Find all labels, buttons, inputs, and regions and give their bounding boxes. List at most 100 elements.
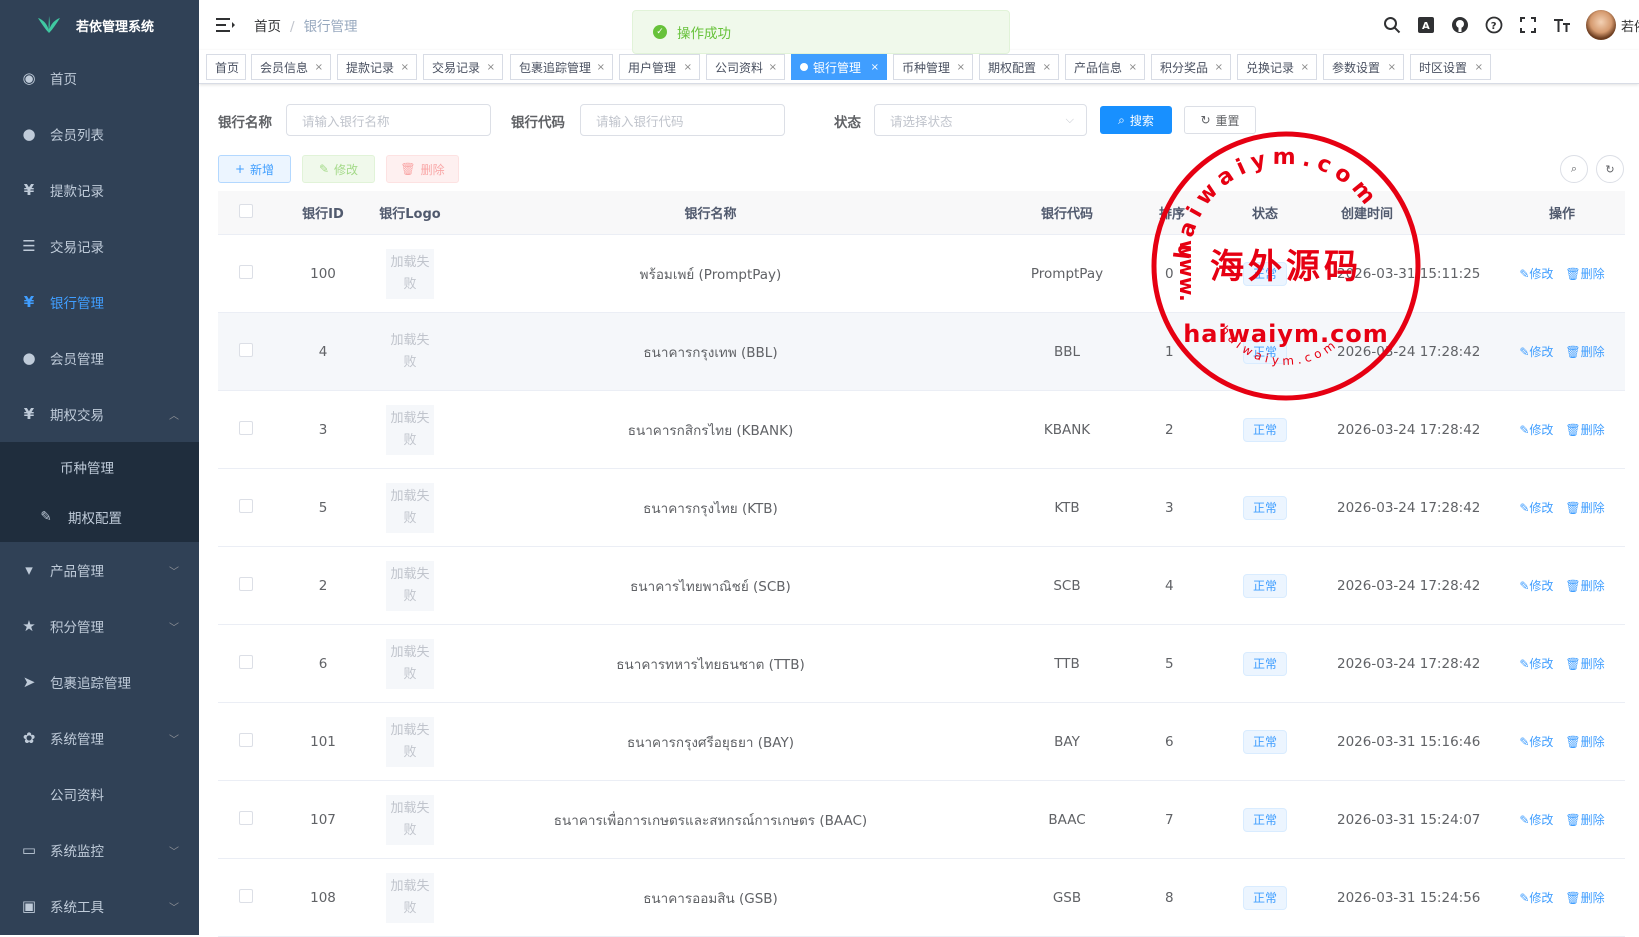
row-select-cell[interactable] bbox=[218, 342, 274, 361]
bank-name-input[interactable]: 请输入银行名称 bbox=[286, 104, 491, 136]
table-row[interactable]: 107 加载失败 ธนาคารเพื่อการเกษตรและสหกรณ์การเก… bbox=[218, 781, 1625, 859]
bank-code-input[interactable]: 请输入银行代码 bbox=[580, 104, 785, 136]
sidebar-item-3[interactable]: ☰ 交易记录 bbox=[0, 218, 199, 274]
sidebar-item-9[interactable]: ➤ 包裹追踪管理 bbox=[0, 654, 199, 710]
search-icon[interactable] bbox=[1382, 15, 1402, 35]
close-icon[interactable]: × bbox=[401, 62, 409, 73]
row-checkbox[interactable] bbox=[239, 420, 253, 435]
row-edit-button[interactable]: ✎修改 bbox=[1519, 343, 1553, 360]
tag-10[interactable]: 产品信息 × bbox=[1065, 54, 1145, 80]
submenu-item-1[interactable]: ✎ 期权配置 bbox=[0, 492, 199, 542]
close-icon[interactable]: × bbox=[487, 62, 495, 73]
row-delete-button[interactable]: 🗑删除 bbox=[1565, 499, 1604, 516]
table-row[interactable]: 101 加载失败ธนาคารกรุงศรีอยุธยา (BAY) BAY 6 正常 20… bbox=[218, 703, 1625, 781]
hamburger-icon[interactable] bbox=[216, 17, 236, 33]
row-delete-button[interactable]: 🗑删除 bbox=[1565, 265, 1604, 282]
table-row[interactable]: 5 加载失败ธนาคารกรุงไทย (KTB) KTB 3 正常 2026-03-24… bbox=[218, 469, 1625, 547]
tag-11[interactable]: 积分奖品 × bbox=[1151, 54, 1231, 80]
close-icon[interactable]: × bbox=[871, 62, 879, 73]
status-select[interactable]: 请选择状态 ⌵ bbox=[874, 104, 1087, 136]
close-icon[interactable]: × bbox=[957, 62, 965, 73]
row-edit-button[interactable]: ✎修改 bbox=[1519, 889, 1553, 906]
table-row[interactable]: 6 加载失败ธนาคารทหารไทยธนชาต (TTB) TTB 5 正常 2026-… bbox=[218, 625, 1625, 703]
row-edit-button[interactable]: ✎修改 bbox=[1519, 811, 1553, 828]
close-icon[interactable]: × bbox=[1301, 62, 1309, 73]
row-select-cell[interactable] bbox=[218, 810, 274, 829]
table-row[interactable]: 4 加载失败ธนาคารกรุงเทพ (BBL) BBL 1 正常 2026-03-24… bbox=[218, 313, 1625, 391]
close-icon[interactable]: × bbox=[1043, 62, 1051, 73]
row-checkbox[interactable] bbox=[239, 498, 253, 513]
sidebar-item-5[interactable]: ● 会员管理 bbox=[0, 330, 199, 386]
sidebar-item-7[interactable]: ▾ 产品管理 ﹀ bbox=[0, 542, 199, 598]
close-icon[interactable]: × bbox=[769, 62, 777, 73]
close-icon[interactable]: × bbox=[684, 62, 692, 73]
row-select-cell[interactable] bbox=[218, 420, 274, 439]
breadcrumb-home[interactable]: 首页 bbox=[254, 19, 281, 35]
close-icon[interactable]: × bbox=[597, 62, 605, 73]
sidebar-item-12[interactable]: ▭ 系统监控 ﹀ bbox=[0, 822, 199, 878]
row-checkbox[interactable] bbox=[239, 342, 253, 357]
avatar[interactable] bbox=[1586, 10, 1616, 40]
row-delete-button[interactable]: 🗑删除 bbox=[1565, 421, 1604, 438]
edit-button[interactable]: ✎ 修改 bbox=[302, 155, 375, 183]
row-delete-button[interactable]: 🗑删除 bbox=[1565, 733, 1604, 750]
row-edit-button[interactable]: ✎修改 bbox=[1519, 733, 1553, 750]
table-row[interactable]: 3 加载失败ธนาคารกสิกรไทย (KBANK) KBANK 2 正常 2026-… bbox=[218, 391, 1625, 469]
table-row[interactable]: 100 加载失败พร้อมเพย์ (PromptPay) PromptPay 0 正常… bbox=[218, 235, 1625, 313]
close-icon[interactable]: × bbox=[315, 62, 323, 73]
close-icon[interactable]: × bbox=[1475, 62, 1483, 73]
row-checkbox[interactable] bbox=[239, 264, 253, 279]
tag-7[interactable]: 银行管理 × bbox=[791, 54, 887, 80]
row-edit-button[interactable]: ✎修改 bbox=[1519, 499, 1553, 516]
reset-button[interactable]: ↻ 重置 bbox=[1184, 106, 1256, 134]
table-row[interactable]: 108 加载失败ธนาคารออมสิน (GSB) GSB 8 正常 2026-03-3… bbox=[218, 859, 1625, 937]
tag-6[interactable]: 公司资料 × bbox=[706, 54, 785, 80]
submenu-item-0[interactable]: 币种管理 bbox=[0, 442, 199, 492]
row-checkbox[interactable] bbox=[239, 576, 253, 591]
tag-5[interactable]: 用户管理 × bbox=[619, 54, 700, 80]
row-delete-button[interactable]: 🗑删除 bbox=[1565, 811, 1604, 828]
tag-4[interactable]: 包裹追踪管理 × bbox=[510, 54, 613, 80]
tag-1[interactable]: 会员信息 × bbox=[251, 54, 331, 80]
tag-3[interactable]: 交易记录 × bbox=[423, 54, 503, 80]
row-delete-button[interactable]: 🗑删除 bbox=[1565, 889, 1604, 906]
row-select-cell[interactable] bbox=[218, 498, 274, 517]
sidebar-item-13[interactable]: ▣ 系统工具 ﹀ bbox=[0, 878, 199, 934]
row-edit-button[interactable]: ✎修改 bbox=[1519, 421, 1553, 438]
refresh-icon[interactable]: ↻ bbox=[1596, 155, 1624, 183]
sidebar-item-4[interactable]: ¥ 银行管理 bbox=[0, 274, 199, 330]
app-logo[interactable]: 若依管理系统 bbox=[0, 0, 199, 50]
sidebar-item-11[interactable]: 公司资料 bbox=[0, 766, 199, 822]
table-row[interactable]: 2 加载失败ธนาคารไทยพาณิชย์ (SCB) SCB 4 正常 2026-03… bbox=[218, 547, 1625, 625]
sidebar-item-2[interactable]: ¥ 提款记录 bbox=[0, 162, 199, 218]
search-button[interactable]: ⌕ 搜索 bbox=[1100, 106, 1172, 134]
row-select-cell[interactable] bbox=[218, 576, 274, 595]
close-icon[interactable]: × bbox=[1129, 62, 1137, 73]
fullscreen-icon[interactable] bbox=[1518, 15, 1538, 35]
username[interactable]: 若依 bbox=[1621, 16, 1639, 35]
row-edit-button[interactable]: ✎修改 bbox=[1519, 655, 1553, 672]
row-select-cell[interactable] bbox=[218, 888, 274, 907]
github-icon[interactable] bbox=[1450, 15, 1470, 35]
row-edit-button[interactable]: ✎修改 bbox=[1519, 265, 1553, 282]
add-button[interactable]: + 新增 bbox=[218, 155, 291, 183]
sidebar-item-1[interactable]: ● 会员列表 bbox=[0, 106, 199, 162]
tag-12[interactable]: 兑换记录 × bbox=[1237, 54, 1317, 80]
row-edit-button[interactable]: ✎修改 bbox=[1519, 577, 1553, 594]
row-delete-button[interactable]: 🗑删除 bbox=[1565, 655, 1604, 672]
select-all-checkbox[interactable] bbox=[239, 203, 253, 218]
help-icon[interactable]: ? bbox=[1484, 15, 1504, 35]
sidebar-item-6[interactable]: ¥ 期权交易 ︿ bbox=[0, 386, 199, 442]
row-select-cell[interactable] bbox=[218, 654, 274, 673]
tag-13[interactable]: 参数设置 × bbox=[1323, 54, 1404, 80]
tag-2[interactable]: 提款记录 × bbox=[337, 54, 417, 80]
row-delete-button[interactable]: 🗑删除 bbox=[1565, 577, 1604, 594]
row-checkbox[interactable] bbox=[239, 732, 253, 747]
tag-9[interactable]: 期权配置 × bbox=[979, 54, 1059, 80]
row-checkbox[interactable] bbox=[239, 810, 253, 825]
row-select-cell[interactable] bbox=[218, 732, 274, 751]
font-size-icon[interactable] bbox=[1552, 15, 1572, 35]
row-delete-button[interactable]: 🗑删除 bbox=[1565, 343, 1604, 360]
select-all-cell[interactable] bbox=[218, 203, 274, 222]
sidebar-item-10[interactable]: ✿ 系统管理 ﹀ bbox=[0, 710, 199, 766]
